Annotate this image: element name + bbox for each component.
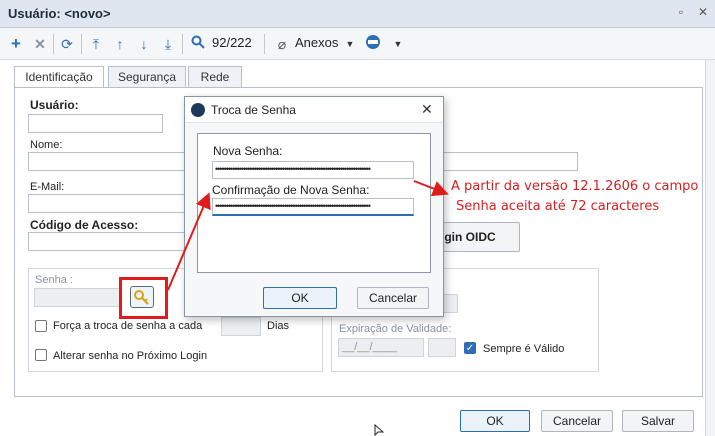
annotation-text-line2: Senha aceita até 72 caracteres — [456, 199, 660, 214]
arrow-to-dialog — [167, 192, 211, 291]
arrow-to-note — [413, 180, 449, 197]
annotation-arrows — [167, 180, 449, 291]
annotation-text-line1: A partir da versão 12.1.2606 o campo — [451, 179, 699, 194]
